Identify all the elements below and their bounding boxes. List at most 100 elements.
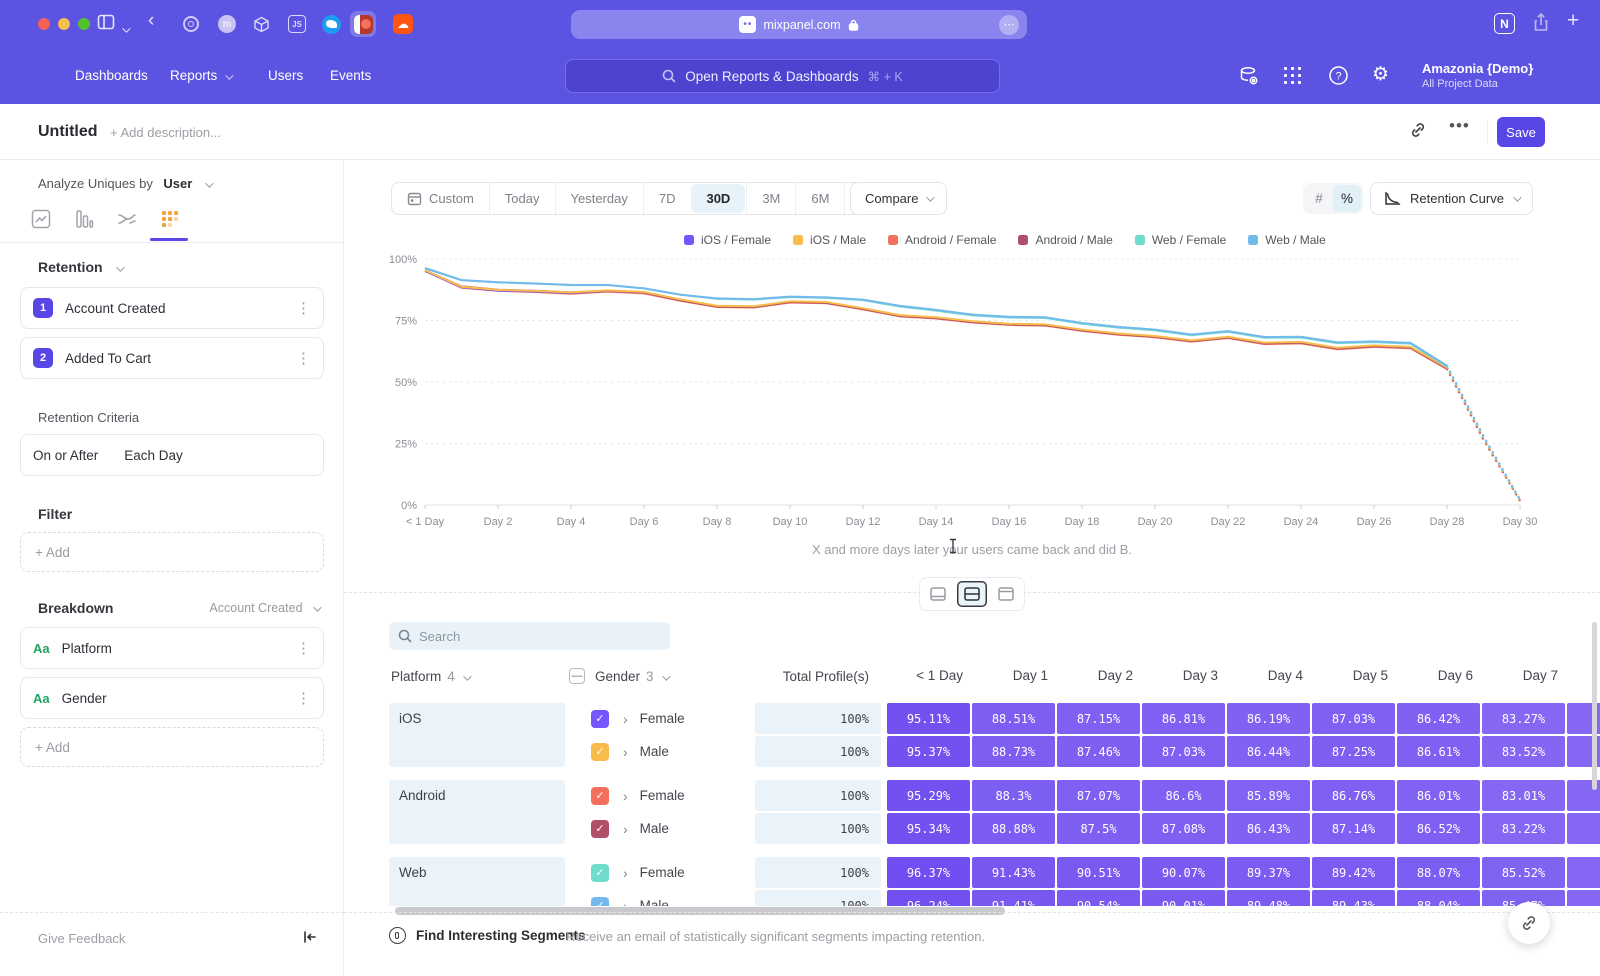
gender-cell[interactable]: ✓›Female — [569, 710, 751, 728]
legend-item[interactable]: iOS / Female — [684, 233, 771, 247]
extensions-icon[interactable]: ⋯ — [999, 15, 1019, 35]
retention-value-cell[interactable]: 86.01% — [1397, 780, 1480, 811]
layout-panel-bottom-button[interactable] — [923, 581, 953, 607]
retention-value-cell[interactable]: 86.76% — [1312, 780, 1395, 811]
expand-row-icon[interactable]: › — [623, 711, 628, 727]
date-range-6m[interactable]: 6M — [795, 183, 844, 214]
copy-link-icon[interactable] — [1409, 121, 1427, 139]
gender-column-header[interactable]: — Gender 3 — [569, 660, 668, 692]
retention-value-cell[interactable]: 88.73% — [972, 736, 1055, 767]
retention-value-cell[interactable]: 86.43% — [1227, 813, 1310, 844]
tab-target-icon[interactable] — [178, 11, 204, 37]
tab-flows-icon[interactable] — [116, 208, 140, 232]
step-card-added-to-cart[interactable]: 2 Added To Cart ⋮ — [20, 337, 324, 379]
retention-value-cell[interactable]: 83.52% — [1482, 736, 1565, 767]
retention-value-cell[interactable]: 87.03% — [1142, 736, 1225, 767]
series-checkbox[interactable]: ✓ — [591, 864, 609, 882]
save-button[interactable]: Save — [1497, 117, 1545, 147]
retention-value-cell[interactable]: 83.01% — [1482, 780, 1565, 811]
retention-value-cell[interactable]: 83.22% — [1482, 813, 1565, 844]
give-feedback-link[interactable]: Give Feedback — [38, 931, 125, 946]
minimize-window-button[interactable] — [58, 18, 70, 30]
table-search-input[interactable] — [419, 629, 639, 644]
retention-value-cell[interactable]: 95.11% — [887, 703, 970, 734]
retention-value-cell[interactable]: 88.3% — [972, 780, 1055, 811]
platform-cell[interactable]: iOS — [389, 703, 565, 767]
legend-item[interactable]: Android / Male — [1018, 233, 1112, 247]
layout-panel-top-button[interactable] — [991, 581, 1021, 607]
retention-value-cell[interactable]: 90.01% — [1142, 890, 1225, 906]
legend-item[interactable]: Web / Female — [1135, 233, 1226, 247]
tab-pitch-icon-active[interactable] — [350, 11, 376, 37]
retention-value-cell[interactable]: 90.07% — [1142, 857, 1225, 888]
retention-value-cell[interactable]: 86.81% — [1142, 703, 1225, 734]
retention-value-cell[interactable]: 85.89% — [1227, 780, 1310, 811]
date-range-7d[interactable]: 7D — [643, 183, 691, 214]
retention-value-cell[interactable]: 87.5% — [1057, 813, 1140, 844]
gender-cell[interactable]: ✓›Male — [569, 820, 751, 838]
data-management-icon[interactable] — [1237, 64, 1261, 88]
nav-users[interactable]: Users — [268, 68, 303, 83]
retention-value-cell[interactable]: 95.29% — [887, 780, 970, 811]
step-card-account-created[interactable]: 1 Account Created ⋮ — [20, 287, 324, 329]
add-breakdown-button[interactable]: + Add — [20, 727, 324, 767]
expand-row-icon[interactable]: › — [623, 788, 628, 804]
legend-item[interactable]: Web / Male — [1248, 233, 1325, 247]
retention-value-cell[interactable]: 87.03% — [1312, 703, 1395, 734]
date-range-yesterday[interactable]: Yesterday — [555, 183, 643, 214]
tab-avatar-m-icon[interactable]: m — [214, 11, 240, 37]
add-filter-button[interactable]: + Add — [20, 532, 324, 572]
retention-value-cell[interactable]: 83.27% — [1482, 703, 1565, 734]
retention-value-cell[interactable]: 95.37% — [887, 736, 970, 767]
criteria-window[interactable]: Each Day — [124, 448, 183, 463]
add-description[interactable]: + Add description... — [110, 125, 221, 140]
step-options-icon[interactable]: ⋮ — [296, 349, 311, 367]
legend-item[interactable]: Android / Female — [888, 233, 996, 247]
gender-cell[interactable]: ✓›Female — [569, 864, 751, 882]
absolute-mode-button[interactable]: # — [1305, 185, 1333, 212]
series-checkbox[interactable]: ✓ — [591, 743, 609, 761]
project-switcher[interactable]: Amazonia {Demo} All Project Data — [1422, 61, 1533, 90]
platform-cell[interactable]: Android — [389, 780, 565, 844]
retention-value-cell[interactable]: 87.15% — [1057, 703, 1140, 734]
nav-events[interactable]: Events — [330, 68, 371, 83]
date-range-custom[interactable]: Custom — [392, 183, 489, 214]
retention-line-chart[interactable]: 0%25%50%75%100%< 1 DayDay 2Day 4Day 6Day… — [380, 252, 1540, 544]
series-checkbox[interactable]: ✓ — [591, 820, 609, 838]
back-icon[interactable]: ‹ — [148, 10, 154, 32]
select-all-checkbox[interactable]: — — [569, 668, 585, 684]
tab-funnels-icon[interactable] — [73, 208, 97, 232]
retention-value-cell[interactable]: 88.04% — [1397, 890, 1480, 906]
notion-tab-icon[interactable]: N — [1494, 13, 1515, 34]
retention-value-cell[interactable]: 87.08% — [1142, 813, 1225, 844]
close-window-button[interactable] — [38, 18, 50, 30]
analyze-uniques-row[interactable]: Analyze Uniques by User — [38, 175, 211, 193]
retention-value-cell[interactable]: 86.44% — [1227, 736, 1310, 767]
new-tab-icon[interactable]: + — [1567, 9, 1579, 33]
date-range-today[interactable]: Today — [489, 183, 555, 214]
apps-grid-icon[interactable] — [1283, 66, 1302, 85]
retention-value-cell[interactable]: 87.14% — [1312, 813, 1395, 844]
date-range-3m[interactable]: 3M — [746, 183, 795, 214]
more-actions-icon[interactable]: ••• — [1449, 116, 1470, 136]
platform-cell[interactable]: Web — [389, 857, 565, 906]
share-link-fab[interactable] — [1508, 902, 1550, 944]
layout-panel-split-button[interactable] — [957, 581, 987, 607]
nav-reports[interactable]: Reports — [170, 68, 231, 83]
retention-value-cell[interactable]: 89.43% — [1312, 890, 1395, 906]
table-search[interactable] — [389, 622, 670, 650]
expand-row-icon[interactable]: › — [623, 865, 628, 881]
tab-insights-icon[interactable] — [30, 208, 54, 232]
retention-value-cell[interactable]: 90.54% — [1057, 890, 1140, 906]
compare-button[interactable]: Compare — [850, 182, 947, 215]
retention-value-cell[interactable]: 87.46% — [1057, 736, 1140, 767]
tab-javascript-icon[interactable]: JS — [284, 11, 310, 37]
retention-value-cell[interactable]: 96.37% — [887, 857, 970, 888]
retention-value-cell[interactable]: 89.48% — [1227, 890, 1310, 906]
series-checkbox[interactable]: ✓ — [591, 710, 609, 728]
series-checkbox[interactable]: ✓ — [591, 897, 609, 907]
retention-section-header[interactable]: Retention — [38, 259, 122, 277]
vertical-scrollbar[interactable] — [1592, 622, 1597, 790]
breakdown-options-icon[interactable]: ⋮ — [296, 689, 311, 707]
tab-retention-icon-active[interactable] — [159, 208, 183, 232]
